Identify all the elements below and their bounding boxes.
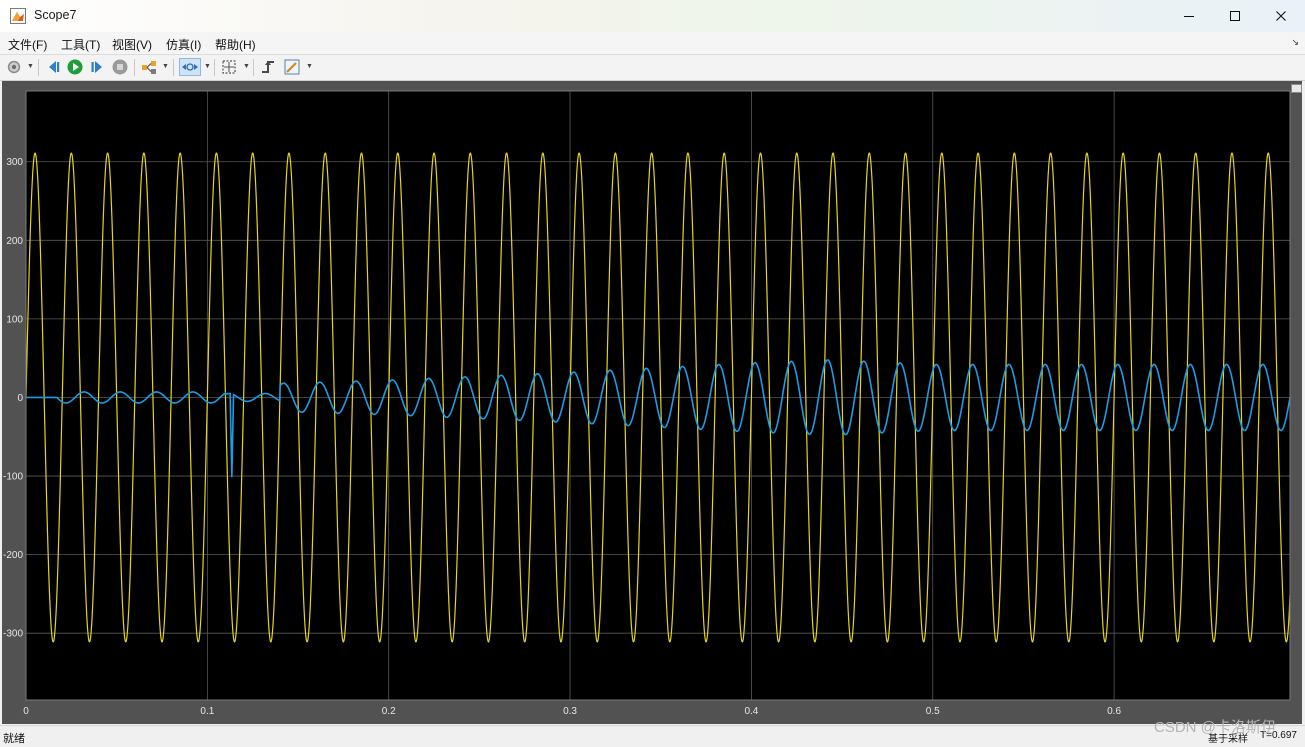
status-ready-text: 就绪	[3, 733, 25, 745]
x-tick-label: 0.2	[382, 706, 396, 717]
x-tick-label: 0.1	[200, 706, 214, 717]
axes-background	[26, 91, 1290, 700]
x-tick-label: 0.3	[563, 706, 577, 717]
y-tick-label: 300	[6, 157, 23, 168]
y-tick-label: 100	[6, 314, 23, 325]
x-tick-label: 0	[23, 706, 29, 717]
x-axis-ticks: 0 0.1 0.2 0.3 0.4 0.5 0.6	[23, 706, 1121, 717]
scope-plot[interactable]: 0 0.1 0.2 0.3 0.4 0.5 0.6 -300 -200 -100 0 100 200 3…	[0, 0, 1305, 746]
y-tick-label: 0	[17, 393, 23, 404]
x-tick-label: 0.6	[1107, 706, 1121, 717]
status-bar: 就绪 基于采样 T=0.697	[0, 725, 1305, 747]
x-tick-label: 0.5	[926, 706, 940, 717]
y-tick-label: -100	[3, 472, 23, 483]
y-tick-label: 200	[6, 236, 23, 247]
x-tick-label: 0.4	[744, 706, 758, 717]
y-axis-ticks: -300 -200 -100 0 100 200 300	[3, 157, 23, 639]
csdn-watermark: CSDN @卡洛斯伊	[1154, 719, 1276, 736]
y-tick-label: -200	[3, 550, 23, 561]
y-tick-label: -300	[3, 629, 23, 640]
